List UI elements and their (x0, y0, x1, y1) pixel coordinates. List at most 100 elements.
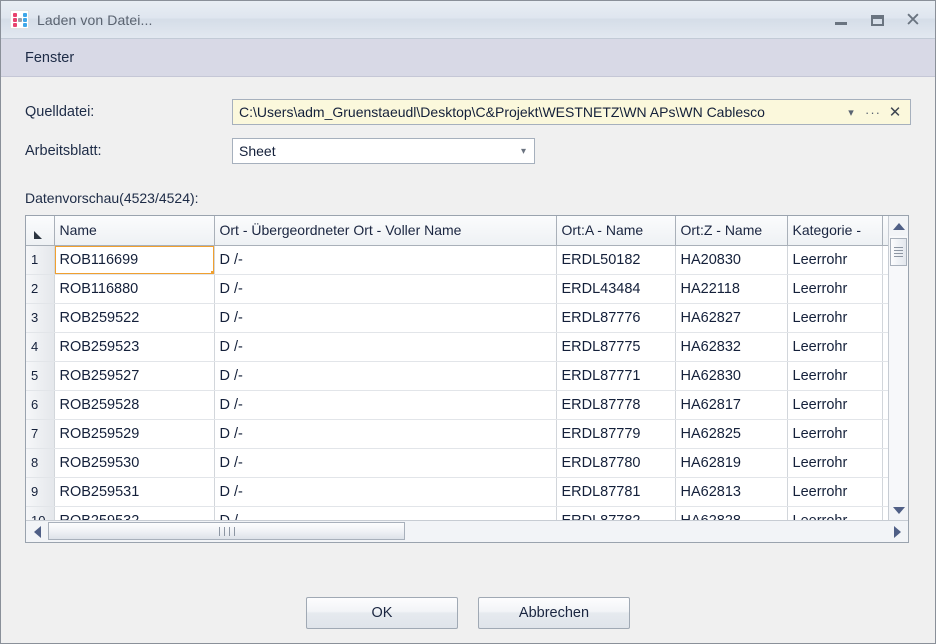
cell-ort[interactable]: D /- (214, 419, 557, 449)
ok-button[interactable]: OK (306, 597, 458, 629)
scroll-left-button[interactable] (26, 521, 48, 542)
table-row[interactable]: 5 ROB259527 D /- ERDL87771 HA62830 Leerrohr (26, 361, 888, 391)
cell-ort-a[interactable]: ERDL87775 (556, 332, 676, 362)
cell-kategorie[interactable]: Leerrohr (787, 448, 883, 478)
table-row[interactable]: 8 ROB259530 D /- ERDL87780 HA62819 Leerrohr (26, 448, 888, 478)
cell-ort[interactable]: D /- (214, 506, 557, 520)
cell-name[interactable]: ROB259531 (54, 477, 215, 507)
cancel-button[interactable]: Abbrechen (478, 597, 630, 629)
cell-ort-z[interactable]: HA62817 (675, 390, 788, 420)
cell-name[interactable]: ROB259522 (54, 303, 215, 333)
scroll-right-button[interactable] (886, 521, 908, 542)
cell-ort-a[interactable]: ERDL87771 (556, 361, 676, 391)
vertical-scroll-track[interactable] (888, 236, 908, 500)
table-row[interactable]: 6 ROB259528 D /- ERDL87778 HA62817 Leerrohr (26, 390, 888, 420)
table-row[interactable]: 3 ROB259522 D /- ERDL87776 HA62827 Leerrohr (26, 303, 888, 333)
table-row[interactable]: 4 ROB259523 D /- ERDL87775 HA62832 Leerrohr (26, 332, 888, 362)
cell-ort-z[interactable]: HA62828 (675, 506, 788, 520)
cell-ort-a[interactable]: ERDL50182 (556, 245, 676, 275)
cell-kategorie[interactable]: Leerrohr (787, 245, 883, 275)
row-header-number[interactable]: 10 (26, 506, 55, 520)
cell-ort[interactable]: D /- (214, 390, 557, 420)
horizontal-scrollbar[interactable] (26, 520, 908, 542)
cell-name[interactable]: ROB259523 (54, 332, 215, 362)
cell-ort-z[interactable]: HA62827 (675, 303, 788, 333)
cell-name[interactable]: ROB259529 (54, 419, 215, 449)
horizontal-scroll-thumb[interactable] (48, 522, 405, 540)
cell-ort-a[interactable]: ERDL87782 (556, 506, 676, 520)
column-header-ort-a[interactable]: Ort:A - Name (556, 216, 676, 246)
table-row[interactable]: 1 ROB116699 D /- ERDL50182 HA20830 Leerrohr (26, 245, 888, 275)
cell-ort-z[interactable]: HA22118 (675, 274, 788, 304)
clear-icon[interactable]: ✕ (884, 103, 906, 121)
cell-ort[interactable]: D /- (214, 245, 557, 275)
cell-ort-a[interactable]: ERDL87778 (556, 390, 676, 420)
cell-kategorie[interactable]: Leerrohr (787, 361, 883, 391)
cell-ort-z[interactable]: HA62830 (675, 361, 788, 391)
cell-name[interactable]: ROB116699 (54, 245, 215, 275)
row-header-number[interactable]: 9 (26, 477, 55, 507)
row-header-number[interactable]: 1 (26, 245, 55, 275)
cell-ort[interactable]: D /- (214, 361, 557, 391)
cell-spacer[interactable] (882, 303, 888, 333)
column-header-ort-z[interactable]: Ort:Z - Name (675, 216, 788, 246)
vertical-scrollbar[interactable] (888, 216, 908, 520)
cell-kategorie[interactable]: Leerrohr (787, 390, 883, 420)
column-header-kategorie[interactable]: Kategorie - (787, 216, 883, 246)
cell-spacer[interactable] (882, 274, 888, 304)
worksheet-select[interactable]: Sheet ▾ (232, 138, 535, 164)
cell-name[interactable]: ROB259528 (54, 390, 215, 420)
cell-ort-a[interactable]: ERDL87776 (556, 303, 676, 333)
cell-name[interactable]: ROB116880 (54, 274, 215, 304)
browse-icon[interactable]: ··· (862, 105, 884, 120)
row-header-number[interactable]: 3 (26, 303, 55, 333)
cell-spacer[interactable] (882, 448, 888, 478)
row-header-number[interactable]: 6 (26, 390, 55, 420)
chevron-down-icon[interactable]: ▾ (840, 106, 862, 119)
table-row[interactable]: 10ROB259532D /-ERDL87782HA62828Leerrohr (26, 506, 888, 520)
row-header-number[interactable]: 8 (26, 448, 55, 478)
row-header-number[interactable]: 4 (26, 332, 55, 362)
cell-kategorie[interactable]: Leerrohr (787, 419, 883, 449)
chevron-down-icon[interactable]: ▾ (521, 146, 530, 157)
cell-ort[interactable]: D /- (214, 274, 557, 304)
cell-spacer[interactable] (882, 332, 888, 362)
horizontal-scroll-track[interactable] (48, 521, 886, 542)
cell-ort[interactable]: D /- (214, 477, 557, 507)
vertical-scroll-thumb[interactable] (889, 238, 907, 266)
row-header-number[interactable]: 2 (26, 274, 55, 304)
source-file-field[interactable]: C:\Users\adm_Gruenstaeudl\Desktop\C&Proj… (232, 99, 911, 125)
cell-ort[interactable]: D /- (214, 332, 557, 362)
cell-name[interactable]: ROB259532 (54, 506, 215, 520)
cell-ort-z[interactable]: HA20830 (675, 245, 788, 275)
cell-spacer[interactable] (882, 390, 888, 420)
column-header-ort[interactable]: Ort - Übergeordneter Ort - Voller Name (214, 216, 557, 246)
fill-handle[interactable] (210, 270, 213, 273)
cell-name[interactable]: ROB259527 (54, 361, 215, 391)
title-bar[interactable]: Laden von Datei... ✕ (1, 1, 935, 39)
cell-ort-z[interactable]: HA62813 (675, 477, 788, 507)
cell-kategorie[interactable]: Leerrohr (787, 332, 883, 362)
cell-spacer[interactable] (882, 419, 888, 449)
cell-kategorie[interactable]: Leerrohr (787, 274, 883, 304)
cell-ort[interactable]: D /- (214, 303, 557, 333)
cell-name[interactable]: ROB259530 (54, 448, 215, 478)
scroll-down-button[interactable] (888, 500, 908, 520)
row-header-number[interactable]: 7 (26, 419, 55, 449)
cell-spacer[interactable] (882, 245, 888, 275)
cell-ort[interactable]: D /- (214, 448, 557, 478)
select-all-corner[interactable] (26, 216, 55, 246)
cell-ort-a[interactable]: ERDL43484 (556, 274, 676, 304)
scroll-up-button[interactable] (888, 216, 908, 236)
minimize-button[interactable] (823, 5, 859, 35)
cell-ort-z[interactable]: HA62832 (675, 332, 788, 362)
row-header-number[interactable]: 5 (26, 361, 55, 391)
close-button[interactable]: ✕ (895, 5, 931, 35)
cell-ort-a[interactable]: ERDL87779 (556, 419, 676, 449)
cell-spacer[interactable] (882, 361, 888, 391)
cell-ort-a[interactable]: ERDL87781 (556, 477, 676, 507)
cell-kategorie[interactable]: Leerrohr (787, 506, 883, 520)
cell-ort-a[interactable]: ERDL87780 (556, 448, 676, 478)
menu-item-fenster[interactable]: Fenster (19, 47, 80, 69)
cell-ort-z[interactable]: HA62825 (675, 419, 788, 449)
